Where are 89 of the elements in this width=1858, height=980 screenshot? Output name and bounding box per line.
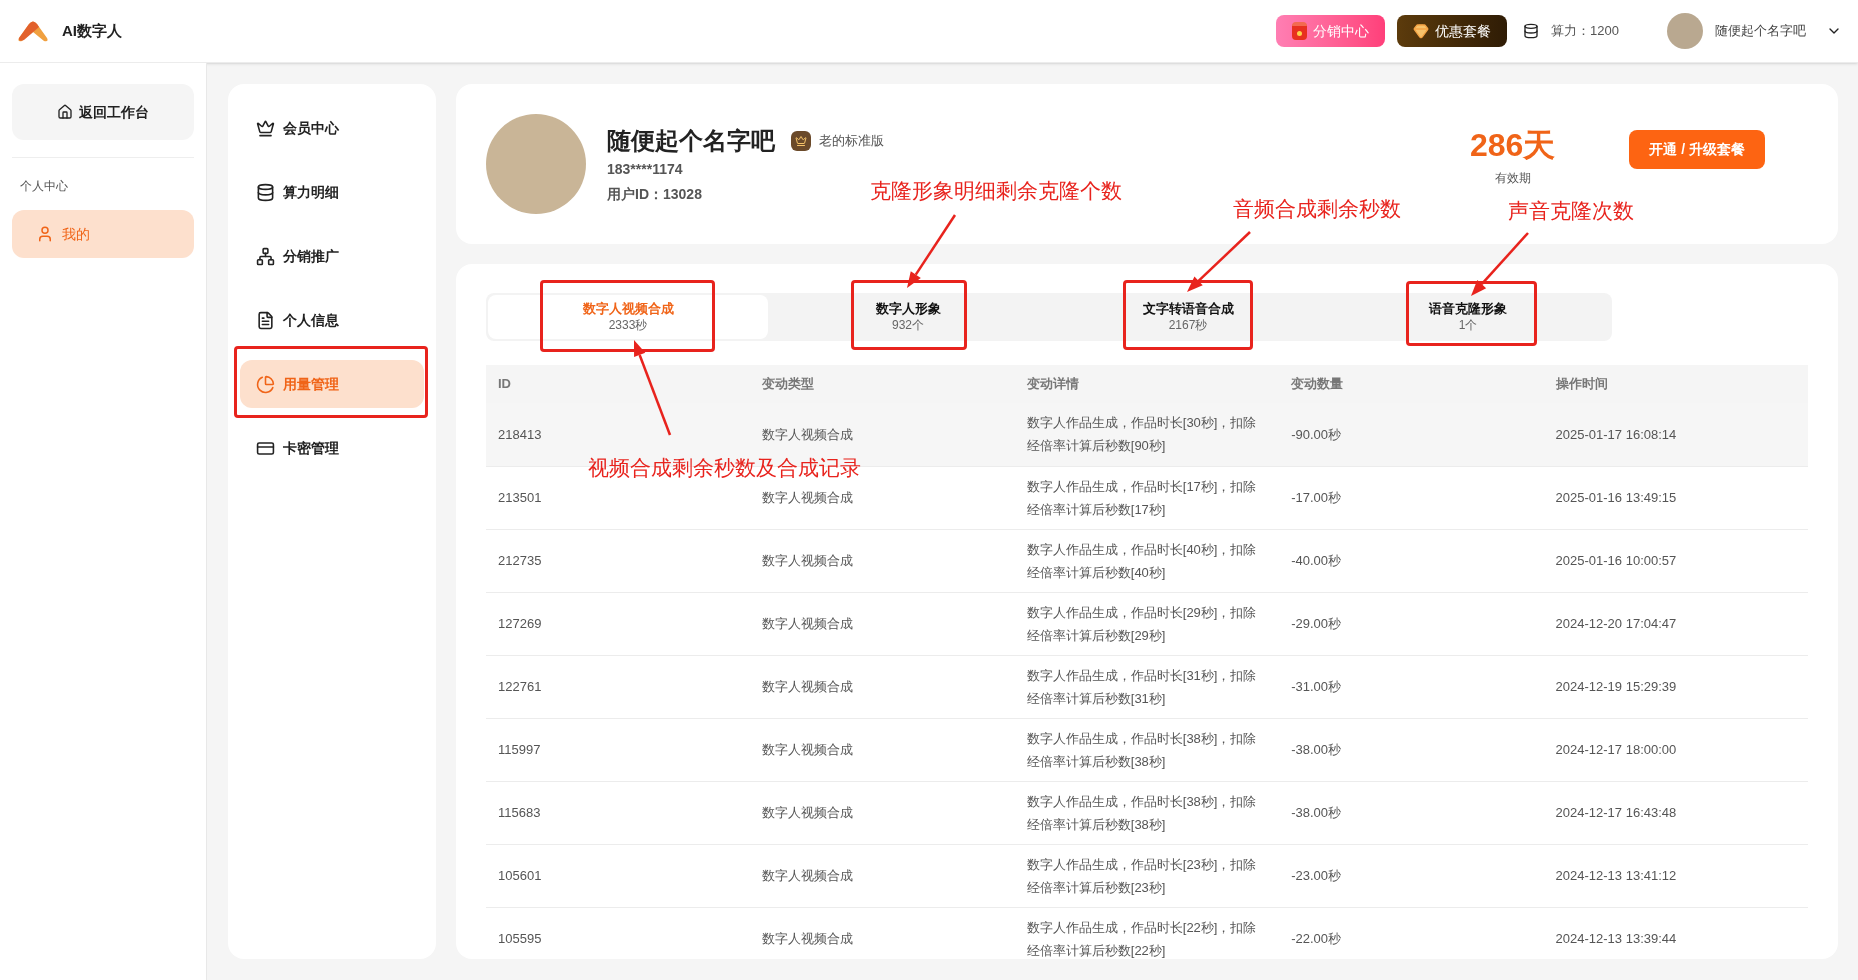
table-cell-text: 数字人视频合成: [762, 615, 855, 633]
user-id: 用户ID：13028: [607, 185, 702, 204]
annotation-label: 声音克隆次数: [1508, 198, 1634, 224]
logo-icon: [16, 20, 50, 42]
table-cell-text: 212735: [498, 552, 543, 570]
table-cell-text: 2024-12-19 15:29:39: [1555, 678, 1678, 696]
usage-tab[interactable]: 数字人形象 932个: [768, 295, 1048, 339]
annotation-arrow: [1471, 232, 1529, 296]
validity-days: 286天: [1469, 121, 1556, 169]
table-cell-text: 数字人作品生成，作品时长[38秒]，扣除经倍率计算后秒数[38秒]: [1026, 792, 1258, 834]
table-cell-text: 数字人视频合成: [762, 867, 855, 885]
table-cell-text: -22.00秒: [1291, 930, 1343, 948]
user-name[interactable]: 随便起个名字吧: [1715, 21, 1806, 41]
table-cell-text: -23.00秒: [1291, 867, 1343, 885]
table-cell-text: 105601: [498, 867, 543, 885]
table-cell-text: 数字人作品生成，作品时长[23秒]，扣除经倍率计算后秒数[23秒]: [1026, 855, 1258, 897]
profile-name: 随便起个名字吧: [607, 126, 775, 156]
table-cell-text: 数字人作品生成，作品时长[30秒]，扣除经倍率计算后秒数[90秒]: [1026, 414, 1258, 456]
usage-tab[interactable]: 文字转语音合成 2167秒: [1048, 295, 1328, 339]
table-cell-text: 2024-12-13 13:39:44: [1555, 930, 1678, 948]
hierarchy-icon: [256, 246, 275, 266]
table-cell-text: 2024-12-17 16:43:48: [1555, 804, 1678, 822]
annotation-arrow: [1187, 231, 1251, 292]
usage-tab[interactable]: 语音克隆形象 1个: [1328, 295, 1608, 339]
plan-label: 老的标准版: [819, 132, 884, 151]
column-header: 变动详情: [1014, 365, 1280, 403]
table-cell-text: -29.00秒: [1291, 615, 1343, 633]
table-cell-text: 数字人作品生成，作品时长[29秒]，扣除经倍率计算后秒数[29秒]: [1026, 603, 1258, 645]
usage-tab[interactable]: 数字人视频合成 2333秒: [488, 295, 768, 339]
table-cell-text: 2024-12-13 13:41:12: [1555, 867, 1678, 885]
annotation-label: 音频合成剩余秒数: [1233, 196, 1401, 222]
validity-label: 有效期: [1494, 170, 1531, 187]
table-cell-text: 数字人视频合成: [762, 804, 855, 822]
table-cell-text: 218413: [498, 425, 543, 444]
diamond-icon: [1413, 23, 1430, 39]
credit-balance: 算力：1200: [1551, 22, 1619, 41]
table-cell-text: 2025-01-17 16:08:14: [1555, 425, 1678, 444]
annotation-label: 克隆形象明细剩余克隆个数: [870, 178, 1122, 204]
column-header: 变动类型: [750, 365, 1015, 403]
table-cell-text: 数字人作品生成，作品时长[22秒]，扣除经倍率计算后秒数[22秒]: [1026, 918, 1258, 959]
table-cell-text: -38.00秒: [1291, 804, 1343, 822]
table-cell-text: 数字人视频合成: [762, 552, 855, 570]
table-cell-text: 数字人作品生成，作品时长[17秒]，扣除经倍率计算后秒数[17秒]: [1026, 477, 1258, 519]
table-cell-text: 数字人视频合成: [762, 678, 855, 696]
table-cell-text: 数字人视频合成: [762, 930, 855, 948]
section-label: 个人中心: [20, 178, 69, 195]
table-cell-text: -17.00秒: [1291, 489, 1343, 507]
back-to-workspace-button[interactable]: 返回工作台: [12, 84, 194, 140]
envelope-icon: [1292, 22, 1308, 40]
crown-badge-icon: [791, 131, 811, 151]
menu-item[interactable]: 个人信息: [240, 296, 424, 344]
table-cell-text: -90.00秒: [1291, 425, 1343, 444]
column-header: 操作时间: [1543, 365, 1808, 403]
table-cell-text: 数字人视频合成: [762, 489, 855, 507]
coin-stack-icon: [1523, 23, 1540, 39]
package-button[interactable]: 优惠套餐: [1397, 15, 1508, 47]
app-name: AI数字人: [62, 20, 122, 41]
table-cell-text: 2024-12-20 17:04:47: [1555, 615, 1678, 633]
coin-stack-icon: [256, 182, 275, 202]
table-cell-text: -38.00秒: [1291, 741, 1343, 759]
table-cell-text: 115683: [498, 804, 542, 822]
menu-item[interactable]: 算力明细: [240, 168, 424, 216]
table-cell-text: 2025-01-16 13:49:15: [1555, 489, 1678, 507]
table-cell-text: 115997: [498, 741, 542, 759]
pie-chart-icon: [256, 374, 275, 394]
table-cell-text: 213501: [498, 489, 543, 507]
menu-item[interactable]: 会员中心: [240, 104, 424, 152]
column-header: ID: [486, 365, 751, 403]
user-icon: [36, 225, 54, 243]
table-cell-text: 数字人作品生成，作品时长[40秒]，扣除经倍率计算后秒数[40秒]: [1026, 540, 1258, 582]
crown-icon: [256, 118, 275, 138]
home-icon: [57, 104, 73, 120]
document-user-icon: [256, 310, 275, 330]
table-cell-text: -31.00秒: [1291, 678, 1343, 696]
table-cell-text: 数字人视频合成: [762, 741, 855, 759]
annotation-label: 视频合成剩余秒数及合成记录: [588, 455, 861, 481]
column-header: 变动数量: [1279, 365, 1544, 403]
table-cell-text: 数字人作品生成，作品时长[31秒]，扣除经倍率计算后秒数[31秒]: [1026, 666, 1258, 708]
table-cell-text: 105595: [498, 930, 543, 948]
table-cell-text: -40.00秒: [1291, 552, 1343, 570]
table-cell-text: 122761: [498, 678, 543, 696]
table-cell-text: 数字人作品生成，作品时长[38秒]，扣除经倍率计算后秒数[38秒]: [1026, 729, 1258, 771]
menu-item[interactable]: 分销推广: [240, 232, 424, 280]
menu-item[interactable]: 卡密管理: [240, 424, 424, 472]
table-cell-text: 2025-01-16 10:00:57: [1555, 552, 1678, 570]
table-cell-text: 2024-12-17 18:00:00: [1555, 741, 1678, 759]
table-cell-text: 127269: [498, 615, 543, 633]
phone-number: 183****1174: [607, 160, 683, 179]
table-cell-text: 数字人视频合成: [762, 425, 855, 444]
